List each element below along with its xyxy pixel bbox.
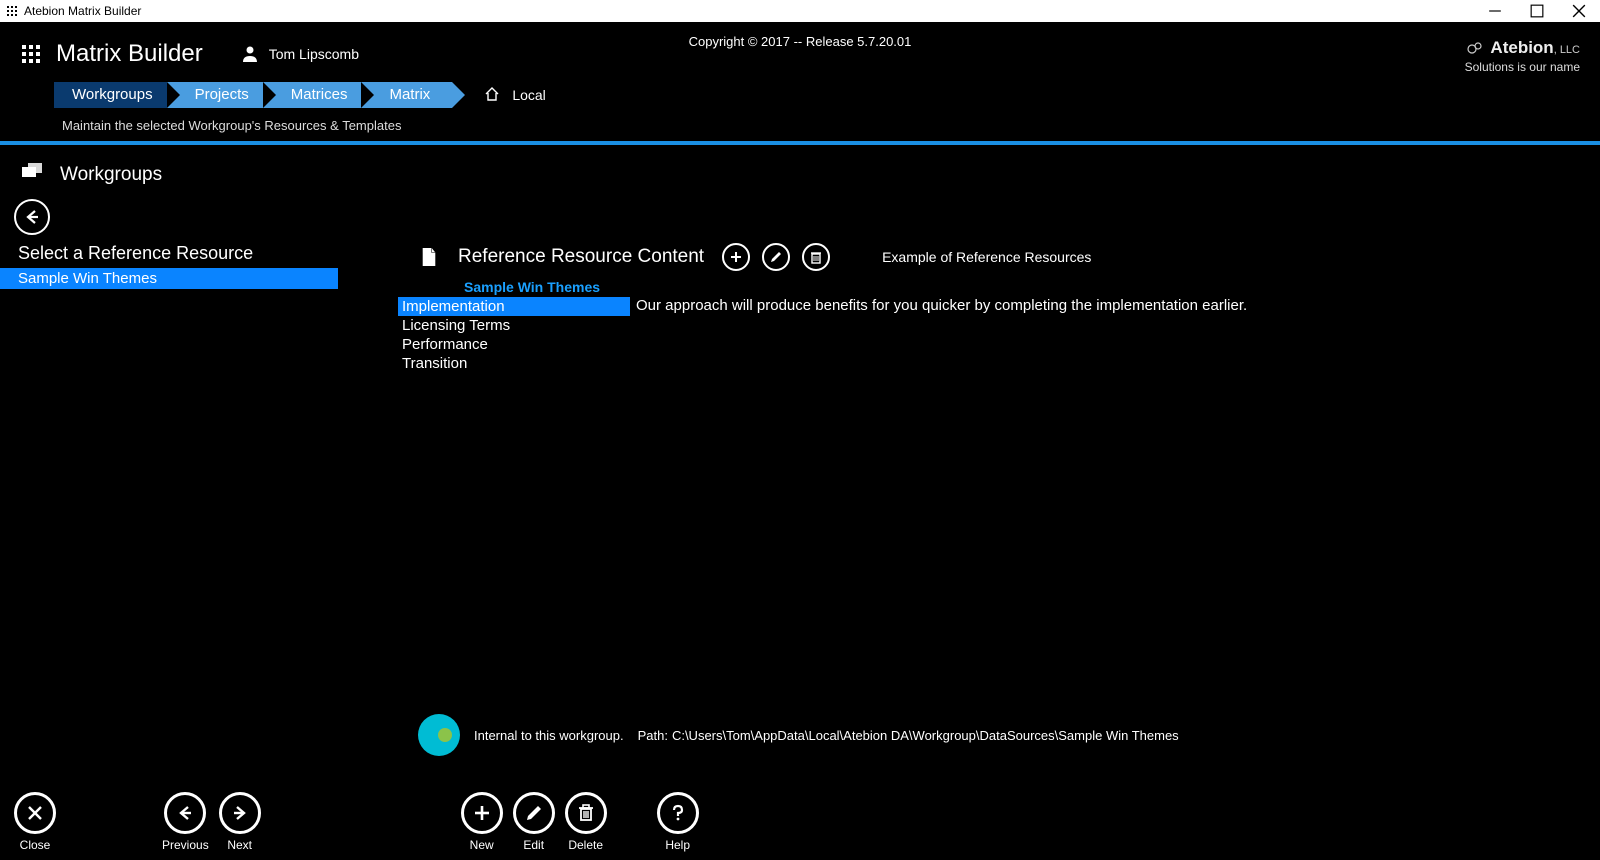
content-detail-panel: Our approach will produce benefits for y… <box>630 297 1600 373</box>
user-block: Tom Lipscomb <box>241 44 359 65</box>
logo-name: Atebion <box>1490 38 1553 57</box>
next-label: Next <box>227 838 252 852</box>
brand-logo: Atebion, LLC Solutions is our name <box>1465 34 1580 73</box>
content-item[interactable]: Performance <box>398 335 630 354</box>
section-header: Workgroups <box>0 145 1600 193</box>
close-icon <box>14 792 56 834</box>
content-item[interactable]: Transition <box>398 354 630 373</box>
trash-icon <box>565 792 607 834</box>
close-label: Close <box>20 838 51 852</box>
window-close-button[interactable] <box>1572 4 1586 18</box>
home-icon <box>484 86 500 105</box>
section-title: Workgroups <box>60 164 162 186</box>
status-path-label: Path: <box>638 728 668 743</box>
help-button[interactable]: Help <box>657 792 699 852</box>
content-item[interactable]: Implementation <box>398 297 630 316</box>
subhead-text: Maintain the selected Workgroup's Resour… <box>0 110 1600 141</box>
resource-list-title: Select a Reference Resource <box>18 243 398 264</box>
crumb-workgroups[interactable]: Workgroups <box>54 82 175 108</box>
edit-content-button[interactable] <box>762 243 790 271</box>
add-content-button[interactable] <box>722 243 750 271</box>
content-detail-text: Our approach will produce benefits for y… <box>636 297 1600 314</box>
content-item-list: Implementation Licensing Terms Performan… <box>398 297 630 373</box>
storage-label: Local <box>512 87 545 103</box>
crumb-label: Matrices <box>291 86 348 103</box>
workgroups-icon <box>22 163 44 187</box>
window-maximize-button[interactable] <box>1530 4 1544 18</box>
crumb-label: Workgroups <box>72 86 153 103</box>
app-icon <box>6 5 18 17</box>
main-content: Select a Reference Resource Sample Win T… <box>0 235 1600 373</box>
breadcrumb: Workgroups Projects Matrices Matrix Loca… <box>0 80 1600 110</box>
crumb-matrices[interactable]: Matrices <box>263 82 370 108</box>
status-internal-text: Internal to this workgroup. <box>474 728 624 743</box>
window-title: Atebion Matrix Builder <box>24 4 141 18</box>
arrow-right-icon <box>219 792 261 834</box>
back-button[interactable] <box>14 199 50 235</box>
pencil-icon <box>513 792 555 834</box>
close-button[interactable]: Close <box>14 792 56 852</box>
question-icon <box>657 792 699 834</box>
content-header-row: Reference Resource Content Example of Re… <box>418 243 1600 271</box>
logo-suffix: , LLC <box>1554 44 1580 56</box>
crumb-projects[interactable]: Projects <box>167 82 271 108</box>
menu-grid-icon[interactable] <box>20 43 42 65</box>
resource-list-panel: Select a Reference Resource Sample Win T… <box>0 243 398 373</box>
crumb-label: Projects <box>195 86 249 103</box>
logo-tagline: Solutions is our name <box>1465 60 1580 74</box>
resource-list-item[interactable]: Sample Win Themes <box>0 268 338 289</box>
status-row: Internal to this workgroup. Path: C:\Use… <box>418 714 1179 756</box>
window-minimize-button[interactable] <box>1488 4 1502 18</box>
delete-button[interactable]: Delete <box>565 792 607 852</box>
delete-label: Delete <box>568 838 603 852</box>
content-subname: Sample Win Themes <box>398 277 1600 297</box>
previous-label: Previous <box>162 838 209 852</box>
previous-button[interactable]: Previous <box>162 792 209 852</box>
content-item-label: Licensing Terms <box>402 317 510 334</box>
storage-location: Local <box>484 86 545 105</box>
edit-label: Edit <box>523 838 544 852</box>
content-item-label: Transition <box>402 355 467 372</box>
content-item[interactable]: Licensing Terms <box>398 316 630 335</box>
crumb-label: Matrix <box>389 86 430 103</box>
app-header: Matrix Builder Tom Lipscomb Copyright © … <box>0 22 1600 80</box>
example-label: Example of Reference Resources <box>882 249 1091 265</box>
plus-icon <box>461 792 503 834</box>
internal-toggle[interactable] <box>418 714 460 756</box>
content-item-label: Performance <box>402 336 488 353</box>
document-icon <box>418 246 440 268</box>
arrow-left-icon <box>164 792 206 834</box>
delete-content-button[interactable] <box>802 243 830 271</box>
new-label: New <box>470 838 494 852</box>
bottom-toolbar: Close Previous Next New Edit Delete Help <box>0 792 1600 852</box>
edit-button[interactable]: Edit <box>513 792 555 852</box>
help-label: Help <box>665 838 690 852</box>
window-titlebar: Atebion Matrix Builder <box>0 0 1600 22</box>
next-button[interactable]: Next <box>219 792 261 852</box>
content-title: Reference Resource Content <box>458 246 704 268</box>
copyright-text: Copyright © 2017 -- Release 5.7.20.01 <box>689 34 912 49</box>
status-path: C:\Users\Tom\AppData\Local\Atebion DA\Wo… <box>672 728 1179 743</box>
crumb-matrix[interactable]: Matrix <box>361 82 452 108</box>
user-icon <box>241 44 259 65</box>
new-button[interactable]: New <box>461 792 503 852</box>
gear-icon <box>1467 41 1483 60</box>
content-item-label: Implementation <box>402 298 505 315</box>
user-name: Tom Lipscomb <box>269 46 359 62</box>
resource-item-label: Sample Win Themes <box>18 270 157 287</box>
app-title: Matrix Builder <box>56 40 203 68</box>
